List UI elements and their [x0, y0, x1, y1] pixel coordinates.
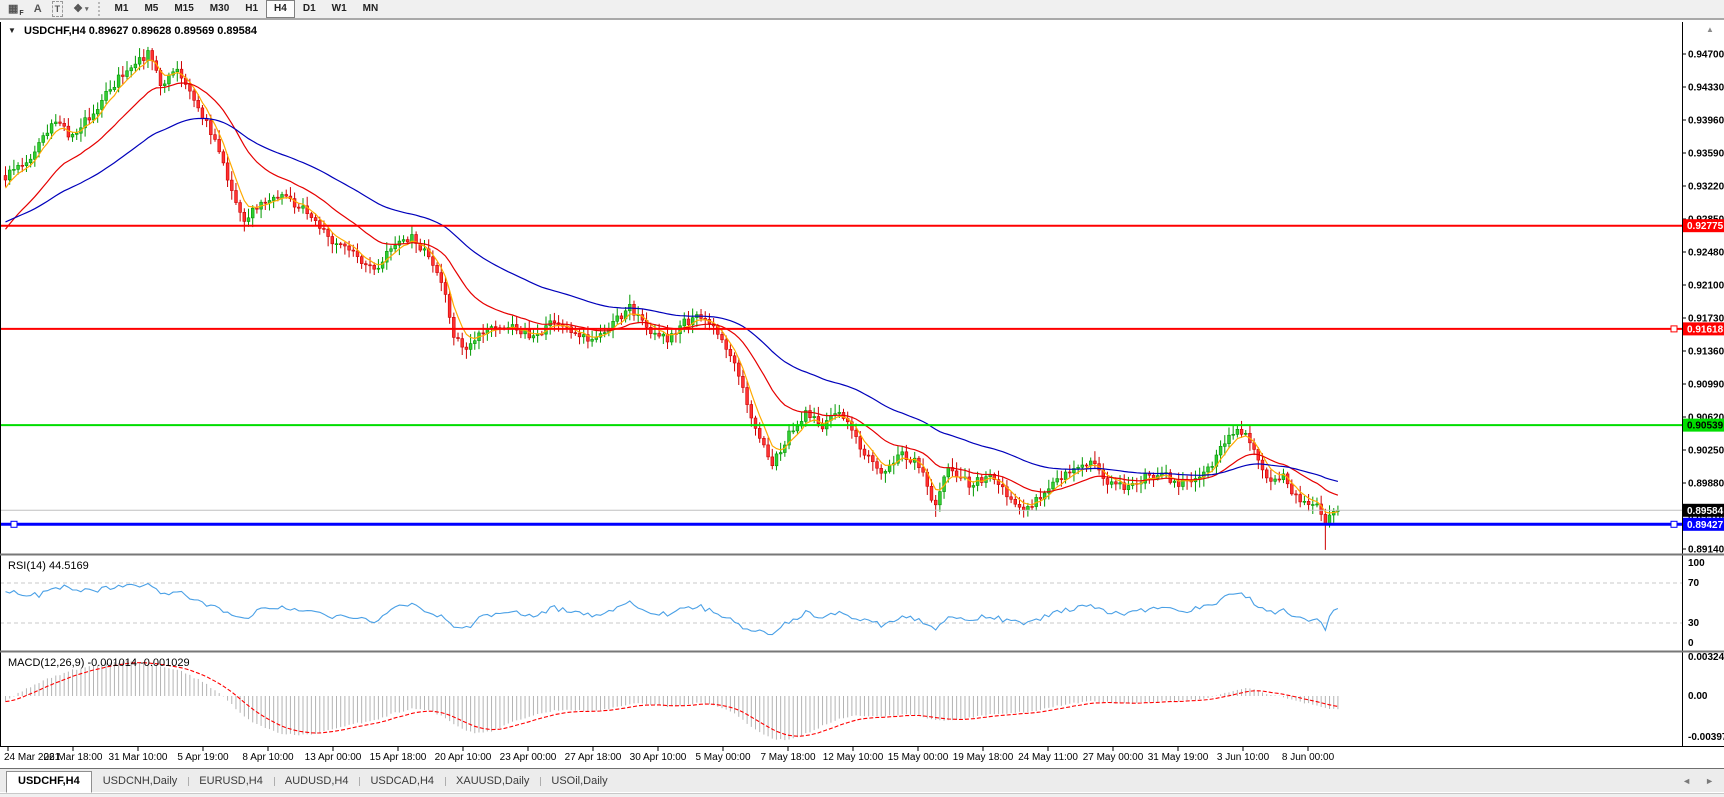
svg-text:0.89140: 0.89140 [1688, 545, 1724, 556]
chart-tab-xauusd[interactable]: XAUUSD,Daily [445, 772, 540, 792]
timeframe-button-w1[interactable]: W1 [324, 0, 355, 18]
svg-text:31 May 19:00: 31 May 19:00 [1148, 752, 1209, 763]
chart-tab-usdcad[interactable]: USDCAD,H4 [359, 772, 445, 792]
svg-text:26 Mar 18:00: 26 Mar 18:00 [44, 752, 103, 763]
hline-price-label: 0.91618 [1683, 322, 1724, 336]
chart-tab-bar: USDCHF,H4 USDCNH,Daily EURUSD,H4 AUDUSD,H4 U… [0, 768, 1724, 793]
svg-text:27 May 00:00: 27 May 00:00 [1083, 752, 1144, 763]
tab-scroll-left-icon[interactable]: ◄ [1682, 776, 1691, 786]
tab-scroll-arrows: ◄ ► [1682, 776, 1724, 786]
svg-text:3 Jun 10:00: 3 Jun 10:00 [1217, 752, 1270, 763]
svg-text:0.94330: 0.94330 [1688, 83, 1724, 94]
svg-text:5 May 00:00: 5 May 00:00 [695, 752, 750, 763]
svg-text:23 Apr 00:00: 23 Apr 00:00 [500, 752, 557, 763]
svg-text:15 Apr 18:00: 15 Apr 18:00 [370, 752, 427, 763]
svg-text:0.89584: 0.89584 [1687, 506, 1724, 517]
timeframe-button-m1[interactable]: M1 [107, 0, 137, 18]
rsi-axis-label: 0 [1688, 638, 1694, 649]
svg-text:0.92775: 0.92775 [1687, 221, 1724, 232]
chart-background [0, 22, 1724, 768]
svg-text:0.91618: 0.91618 [1687, 324, 1724, 335]
svg-text:0.91360: 0.91360 [1688, 347, 1724, 358]
symbol-dropdown-icon[interactable]: ▼ [8, 26, 16, 35]
rsi-axis-label: 70 [1688, 578, 1700, 589]
text-label-tool-icon[interactable]: T [47, 1, 69, 17]
hline-price-label: 0.92775 [1683, 219, 1724, 233]
macd-axis-label: 0.00 [1688, 691, 1708, 702]
toolbar-separator [97, 2, 103, 16]
chart-tab-usdcnh[interactable]: USDCNH,Daily [92, 772, 189, 792]
svg-text:19 May 18:00: 19 May 18:00 [953, 752, 1014, 763]
status-bar [0, 793, 1724, 797]
macd-axis-label: 0.003241 [1688, 652, 1724, 663]
hline-price-label: 0.89427 [1683, 517, 1724, 531]
svg-text:24 May 11:00: 24 May 11:00 [1018, 752, 1078, 763]
hline-handle[interactable] [10, 520, 18, 528]
cursor-crosshair-icon[interactable]: A [29, 1, 47, 17]
hline-price-label: 0.90539 [1683, 418, 1724, 432]
svg-text:8 Jun 00:00: 8 Jun 00:00 [1282, 752, 1335, 763]
svg-text:0.89880: 0.89880 [1688, 479, 1724, 490]
timeframe-button-m5[interactable]: M5 [136, 0, 166, 18]
chart-title-ohlc: USDCHF,H4 0.89627 0.89628 0.89569 0.8958… [24, 25, 258, 37]
svg-text:0.93220: 0.93220 [1688, 182, 1724, 193]
svg-text:0.92100: 0.92100 [1688, 281, 1724, 292]
svg-text:0.94700: 0.94700 [1688, 50, 1724, 61]
macd-label: MACD(12,26,9) -0.001014 -0.001029 [8, 657, 190, 669]
svg-text:0.90990: 0.90990 [1688, 380, 1724, 391]
svg-text:27 Apr 18:00: 27 Apr 18:00 [565, 752, 622, 763]
svg-text:0.90250: 0.90250 [1688, 446, 1724, 457]
chart-tab-usoil[interactable]: USOil,Daily [540, 772, 618, 792]
timeframe-button-mn[interactable]: MN [355, 0, 387, 18]
timeframe-button-h1[interactable]: H1 [237, 0, 266, 18]
svg-text:0.93960: 0.93960 [1688, 116, 1724, 127]
hline-handle[interactable] [1670, 520, 1678, 528]
mt4-window: ▦ F A T ❖ ▾ M1 M5 M15 M30 H1 H4 D1 W1 MN 0.94700 0.9433… [0, 0, 1724, 797]
svg-text:5 Apr 19:00: 5 Apr 19:00 [177, 752, 229, 763]
chart-tab-usdchf[interactable]: USDCHF,H4 [6, 771, 92, 793]
toolbar-grip-grid-icon[interactable]: ▦ F [3, 1, 29, 17]
svg-text:15 May 00:00: 15 May 00:00 [888, 752, 949, 763]
timeframe-button-h4[interactable]: H4 [266, 0, 295, 18]
macd-axis-label: -0.003970 [1688, 732, 1724, 743]
svg-text:0.92480: 0.92480 [1688, 248, 1724, 259]
svg-text:30 Apr 10:00: 30 Apr 10:00 [630, 752, 687, 763]
svg-text:8 Apr 10:00: 8 Apr 10:00 [242, 752, 294, 763]
rsi-label: RSI(14) 44.5169 [8, 560, 89, 572]
timeframe-button-d1[interactable]: D1 [295, 0, 324, 18]
toolbar: ▦ F A T ❖ ▾ M1 M5 M15 M30 H1 H4 D1 W1 MN [0, 0, 1724, 20]
chart-shift-icon[interactable]: ▲ [1706, 25, 1714, 34]
tab-scroll-right-icon[interactable]: ► [1705, 776, 1714, 786]
svg-text:0.93590: 0.93590 [1688, 149, 1724, 160]
svg-text:7 May 18:00: 7 May 18:00 [760, 752, 815, 763]
rsi-axis-label: 100 [1688, 558, 1705, 569]
chart-tab-eurusd[interactable]: EURUSD,H4 [188, 772, 274, 792]
chart-tab-audusd[interactable]: AUDUSD,H4 [273, 772, 360, 792]
current-price-label: 0.89584 [1683, 503, 1724, 517]
chart-canvas[interactable]: 0.947000.943300.939600.935900.932200.928… [0, 22, 1724, 768]
svg-text:13 Apr 00:00: 13 Apr 00:00 [305, 752, 362, 763]
hline-handle[interactable] [1670, 325, 1678, 333]
svg-text:0.90539: 0.90539 [1687, 421, 1724, 432]
svg-text:0.89427: 0.89427 [1687, 520, 1724, 531]
timeframe-button-m15[interactable]: M15 [166, 0, 201, 18]
svg-text:20 Apr 10:00: 20 Apr 10:00 [435, 752, 492, 763]
rsi-axis-label: 30 [1688, 618, 1700, 629]
timeframe-button-m30[interactable]: M30 [202, 0, 237, 18]
draw-objects-icon[interactable]: ❖ ▾ [68, 1, 93, 17]
svg-text:12 May 10:00: 12 May 10:00 [823, 752, 884, 763]
svg-text:31 Mar 10:00: 31 Mar 10:00 [109, 752, 168, 763]
